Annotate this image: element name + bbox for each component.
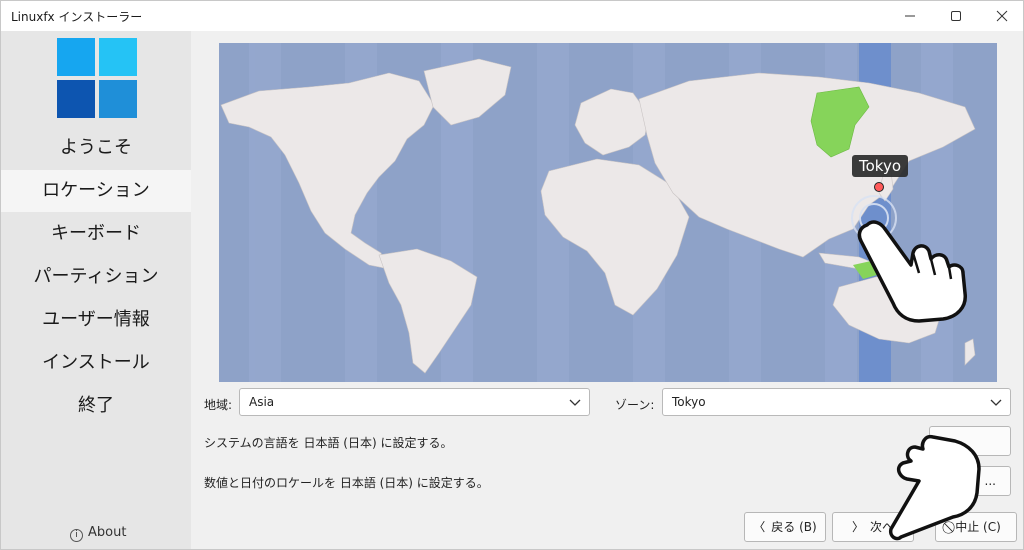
sidebar-item-keyboard: キーボード <box>51 223 141 244</box>
sidebar: ようこそ ロケーション キーボード パーティション ユーザー情報 インストール … <box>1 31 191 549</box>
info-icon: i <box>70 529 83 542</box>
chevron-down-icon <box>990 399 1002 406</box>
region-select[interactable]: Asia <box>239 388 590 416</box>
back-label: 戻る (B) <box>771 520 817 534</box>
zone-select[interactable]: Tokyo <box>662 388 1011 416</box>
sidebar-item-install: インストール <box>42 352 150 373</box>
minimize-button[interactable] <box>887 1 933 31</box>
about-button[interactable]: i About <box>70 525 126 542</box>
zone-label: ゾーン: <box>615 398 655 412</box>
sidebar-item-location: ロケーション <box>1 170 191 212</box>
chevron-right-icon: 〉 <box>851 520 864 534</box>
region-value: Asia <box>249 395 275 409</box>
sidebar-item-partition: パーティション <box>33 266 159 287</box>
title-bar: Linuxfx インストーラー <box>1 1 1023 31</box>
selected-city-label: Tokyo <box>858 157 901 175</box>
system-language-text: システムの言語を 日本語 (日本) に設定する。 <box>204 436 453 450</box>
locale-text: 数値と日付のロケールを 日本語 (日本) に設定する。 <box>204 476 489 490</box>
close-button[interactable] <box>979 1 1023 31</box>
maximize-button[interactable] <box>933 1 979 31</box>
windows-logo-icon <box>57 38 137 118</box>
pointing-hand-icon <box>857 220 967 323</box>
sidebar-item-user-info: ユーザー情報 <box>42 309 150 330</box>
city-pin-icon <box>874 182 884 192</box>
chevron-down-icon <box>569 399 581 406</box>
installer-window: Linuxfx インストーラー ようこそ ロケーション キーボード パーティショ… <box>0 0 1024 550</box>
window-title: Linuxfx インストーラー <box>11 10 143 24</box>
region-label: 地域: <box>204 398 233 412</box>
back-button[interactable]: 〈戻る (B) <box>744 512 826 542</box>
maximize-icon <box>951 11 961 21</box>
chevron-left-icon: 〈 <box>753 520 766 534</box>
about-label: About <box>88 525 127 540</box>
selected-city-tag: Tokyo <box>852 155 908 177</box>
sidebar-item-finish: 終了 <box>78 395 114 416</box>
zone-value: Tokyo <box>672 395 706 409</box>
sidebar-item-welcome: ようこそ <box>60 137 132 158</box>
minimize-icon <box>905 15 915 17</box>
pointing-hand-icon-2 <box>888 434 981 541</box>
close-icon <box>996 10 1008 22</box>
